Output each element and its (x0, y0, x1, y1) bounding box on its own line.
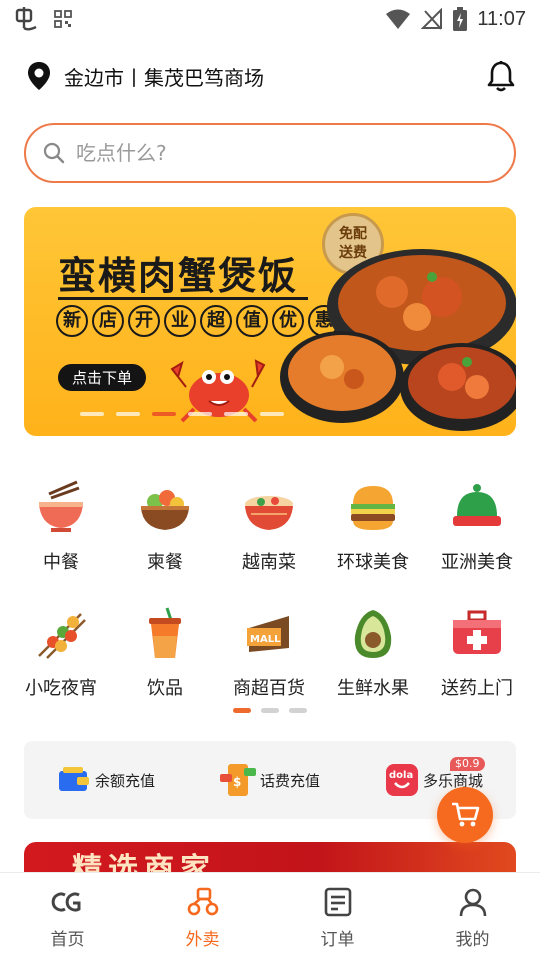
category-pagination (0, 708, 540, 713)
search-box[interactable] (24, 123, 516, 183)
category-label: 送药上门 (441, 678, 513, 699)
service-dola-mall[interactable]: dola 多乐商城 (352, 763, 516, 797)
cloche-icon (453, 484, 501, 526)
app-notification-icon (15, 7, 37, 31)
noodle-bowl-icon (39, 480, 83, 532)
profile-icon (459, 888, 486, 917)
delivery-scooter-icon (187, 887, 218, 916)
location-text[interactable]: 金边市丨集茂巴笃商场 (64, 62, 264, 91)
banner-subtitle-char: 店 (92, 305, 124, 337)
status-time: 11:07 (477, 7, 526, 30)
category-asian-food[interactable]: 亚洲美食 (425, 478, 529, 574)
tab-profile[interactable]: 我的 (405, 873, 540, 960)
drink-cup-icon (149, 607, 181, 658)
category-label: 商超百货 (233, 678, 305, 699)
cart-icon (452, 802, 480, 827)
category-vietnamese-food[interactable]: 越南菜 (217, 478, 321, 574)
tab-orders[interactable]: 订单 (270, 873, 405, 960)
battery-charging-icon (453, 7, 468, 31)
banner-dot[interactable] (224, 412, 248, 416)
grid-notification-icon (54, 10, 72, 28)
tab-delivery[interactable]: 外卖 (135, 873, 270, 960)
order-now-button[interactable]: 点击下单 (58, 364, 147, 391)
service-phone-topup[interactable]: $ 话费充值 (188, 762, 352, 798)
category-drinks[interactable]: 饮品 (113, 604, 217, 700)
category-medicine-delivery[interactable]: 送药上门 (425, 604, 529, 700)
category-label: 柬餐 (147, 552, 183, 573)
banner-pagination (80, 412, 284, 416)
bottom-tab-bar: 首页 外卖 订单 我的 (0, 872, 540, 960)
banner-subtitle-char: 新 (56, 305, 88, 337)
category-grid: 中餐 柬餐 越南菜 环球美食 亚洲美食 小吃夜宵 饮品 MALL 商超百货 生鲜… (0, 478, 540, 700)
search-input[interactable] (76, 141, 476, 165)
wifi-icon (386, 9, 411, 29)
category-label: 环球美食 (337, 552, 409, 573)
location-pin-icon (28, 62, 50, 90)
crab-pot-food-image (280, 249, 516, 431)
banner-title: 蛮横肉蟹煲饭 (58, 254, 299, 298)
svg-text:dola: dola (389, 770, 413, 781)
category-page-indicator-active[interactable] (233, 708, 251, 713)
banner-dot[interactable] (116, 412, 140, 416)
salad-bowl-icon (141, 490, 189, 530)
category-page-indicator[interactable] (289, 708, 307, 713)
banner-subtitle-char: 业 (164, 305, 196, 337)
tab-label: 订单 (320, 930, 355, 950)
cart-fab-button[interactable] (437, 787, 493, 843)
status-bar: 11:07 (0, 0, 540, 38)
category-khmer-food[interactable]: 柬餐 (113, 478, 217, 574)
order-list-icon (324, 887, 351, 917)
banner-subtitle-char: 值 (236, 305, 268, 337)
banner-subtitle-char: 开 (128, 305, 160, 337)
banner-subtitle-char: 超 (200, 305, 232, 337)
avocado-icon (354, 610, 392, 658)
no-signal-icon (421, 8, 443, 30)
category-label: 亚洲美食 (441, 552, 513, 573)
medicine-kit-icon (453, 610, 501, 654)
promo-banner[interactable]: 蛮横肉蟹煲饭 新 店 开 业 超 值 优 惠 点击下单 免配 送费 (24, 207, 516, 436)
service-label: 余额充值 (94, 771, 155, 790)
category-supermarket[interactable]: MALL 商超百货 (217, 604, 321, 700)
pho-bowl-icon (245, 496, 293, 530)
banner-dot[interactable] (188, 412, 212, 416)
category-global-food[interactable]: 环球美食 (321, 478, 425, 574)
category-label: 小吃夜宵 (25, 678, 97, 699)
banner-dot[interactable] (260, 412, 284, 416)
category-label: 饮品 (147, 678, 183, 699)
category-fresh-fruit[interactable]: 生鲜水果 (321, 604, 425, 700)
bell-icon[interactable] (486, 60, 516, 92)
price-badge: $0.9 (450, 757, 485, 771)
search-icon (43, 142, 65, 164)
phone-topup-icon: $ (219, 764, 256, 796)
location-row[interactable]: 金边市丨集茂巴笃商场 (26, 56, 516, 96)
mall-icon: MALL (247, 616, 289, 652)
tab-label: 我的 (455, 930, 490, 950)
service-label: 话费充值 (259, 771, 320, 790)
category-label: 中餐 (43, 552, 79, 573)
service-label: 多乐商城 (422, 771, 483, 790)
svg-text:MALL: MALL (250, 634, 281, 645)
category-label: 越南菜 (242, 552, 296, 573)
dola-icon: dola (385, 764, 418, 796)
banner-dot-active[interactable] (152, 412, 176, 416)
tab-home[interactable]: 首页 (0, 873, 135, 960)
svg-text:$: $ (233, 775, 241, 789)
category-page-indicator[interactable] (261, 708, 279, 713)
home-logo-icon (51, 892, 80, 912)
wallet-icon (58, 767, 89, 791)
banner-dot[interactable] (80, 412, 104, 416)
tab-label: 首页 (50, 930, 85, 950)
burger-icon (351, 486, 395, 530)
category-label: 生鲜水果 (337, 678, 409, 699)
service-balance-topup[interactable]: 余额充值 (24, 765, 188, 795)
banner-title-underline (58, 297, 308, 300)
tab-label: 外卖 (185, 930, 220, 950)
skewers-icon (38, 613, 86, 659)
category-snacks[interactable]: 小吃夜宵 (9, 604, 113, 700)
category-chinese-food[interactable]: 中餐 (9, 478, 113, 574)
